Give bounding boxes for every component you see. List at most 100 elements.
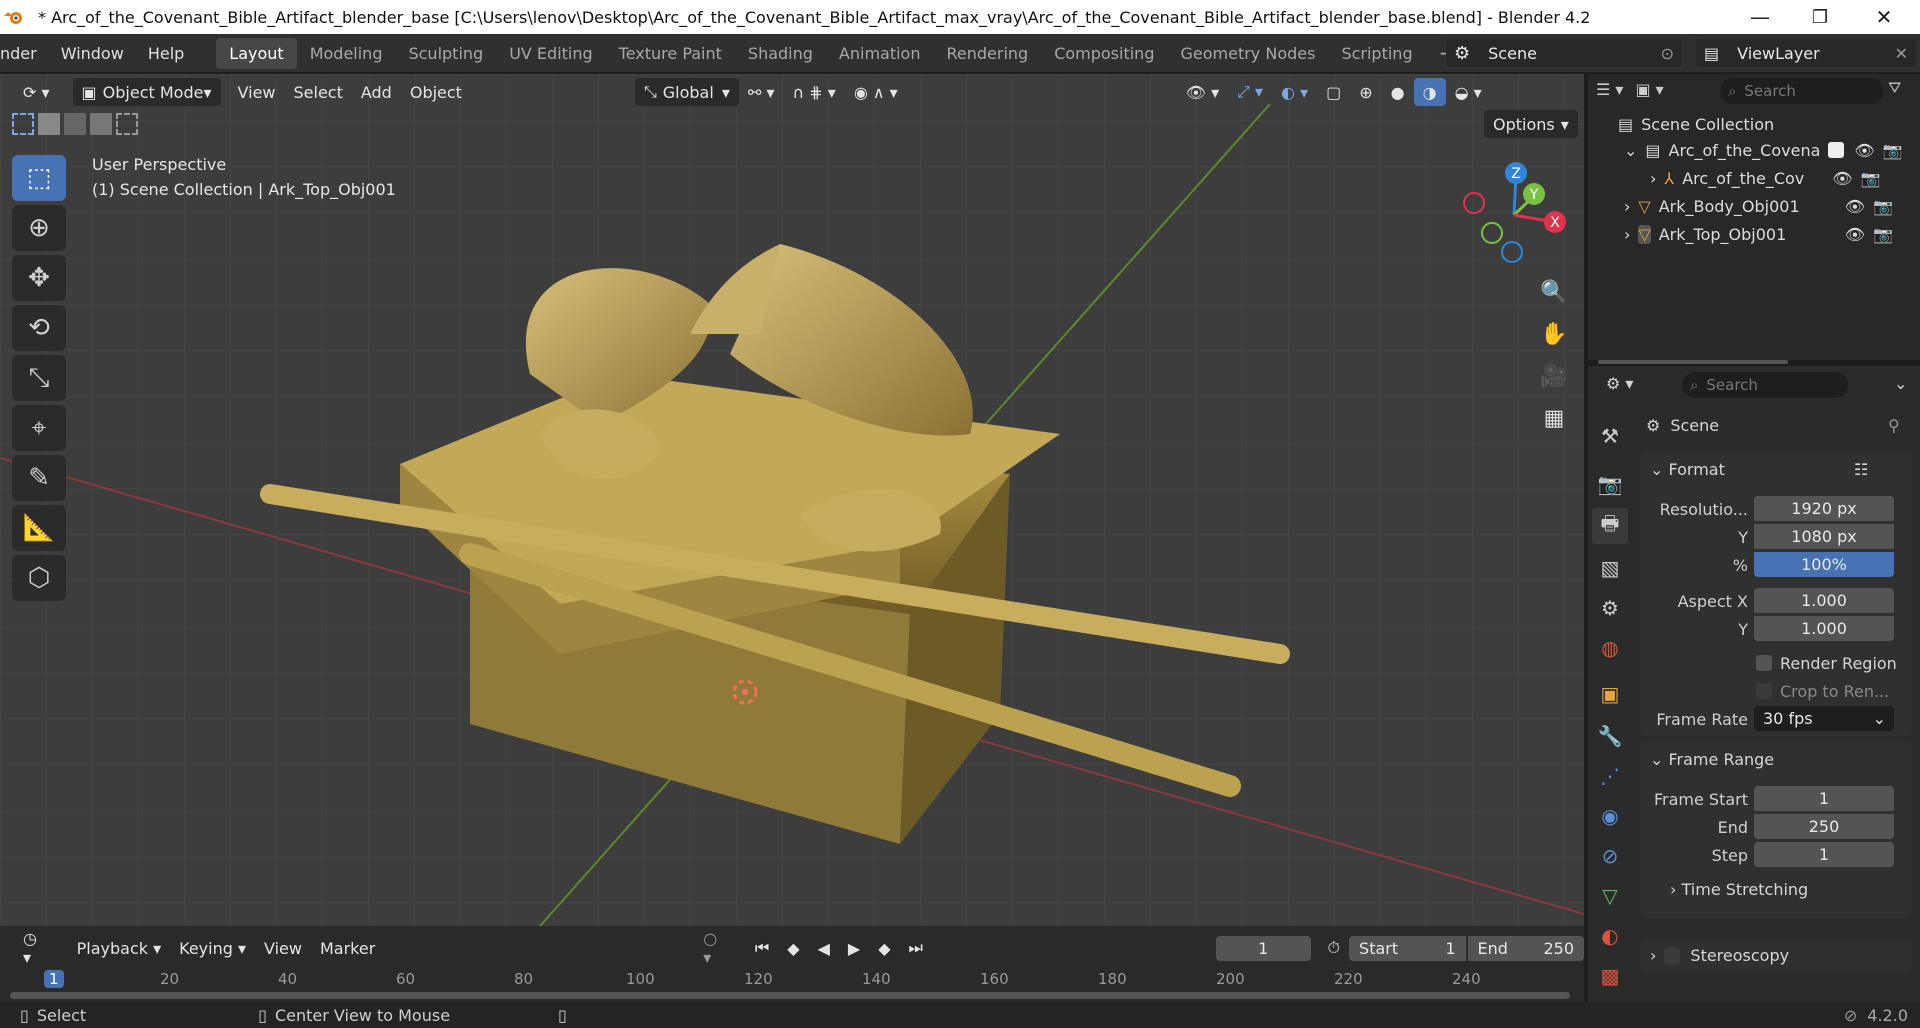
output-properties-icon[interactable]: 🖶: [1592, 508, 1628, 544]
tab-animation[interactable]: Animation: [826, 38, 934, 69]
shading-wireframe-icon[interactable]: ⊕: [1350, 78, 1381, 106]
frame-rate-dropdown[interactable]: 30 fps ⌄: [1754, 706, 1894, 731]
play-reverse-icon[interactable]: ◀: [809, 934, 839, 962]
transform-tool-icon[interactable]: ⌖: [12, 405, 66, 451]
viewport-menu-view[interactable]: View: [229, 78, 285, 106]
world-properties-icon[interactable]: ◍: [1592, 630, 1628, 666]
tab-sculpting[interactable]: Sculpting: [395, 38, 496, 69]
resolution-percent-slider[interactable]: 100%: [1754, 552, 1894, 577]
outliner-row-ark-top[interactable]: › ▽ Ark_Top_Obj001 👁 📷: [1588, 220, 1920, 248]
start-frame-field[interactable]: Start 1: [1349, 935, 1466, 961]
eye-icon[interactable]: 👁: [1854, 141, 1874, 160]
resolution-y-field[interactable]: 1080 px: [1754, 524, 1894, 549]
viewport-menu-object[interactable]: Object: [401, 78, 471, 106]
gizmo-toggle-icon[interactable]: ⤢ ▾: [1228, 78, 1272, 106]
jump-end-icon[interactable]: ⏭: [900, 934, 932, 962]
timeline-menu-marker[interactable]: Marker: [311, 934, 384, 962]
menu-window[interactable]: Window: [49, 44, 136, 63]
exclude-checkbox[interactable]: [1828, 142, 1845, 158]
tab-rendering[interactable]: Rendering: [933, 38, 1041, 69]
outliner-row-arc-collection[interactable]: ⌄ ▤ Arc_of_the_Covena 👁 📷: [1588, 136, 1920, 164]
display-mode-icon[interactable]: ▣ ▾: [1635, 80, 1663, 99]
frame-range-header[interactable]: ⌄ Frame Range: [1650, 750, 1774, 769]
minimize-button[interactable]: —: [1732, 0, 1788, 34]
camera-icon[interactable]: 📷: [1873, 225, 1893, 244]
resolution-x-field[interactable]: 1920 px: [1754, 496, 1894, 521]
shading-material-icon[interactable]: ◑: [1413, 78, 1446, 106]
modifier-properties-icon[interactable]: 🔧: [1592, 718, 1628, 754]
stereoscopy-checkbox[interactable]: [1664, 947, 1681, 964]
format-header[interactable]: ⌄ Format: [1650, 460, 1725, 479]
eye-icon[interactable]: 👁: [1832, 169, 1852, 188]
current-frame-field[interactable]: 1: [1215, 935, 1311, 961]
ortho-grid-icon[interactable]: ▦: [1534, 398, 1574, 438]
pan-hand-icon[interactable]: ✋: [1534, 314, 1574, 354]
particles-properties-icon[interactable]: ⋰: [1592, 758, 1628, 794]
chevron-right-icon[interactable]: ›: [1624, 225, 1630, 244]
outliner-row-ark-body[interactable]: › ▽ Ark_Body_Obj001 👁 📷: [1588, 192, 1920, 220]
annotate-tool-icon[interactable]: ✎: [12, 455, 66, 501]
navigation-gizmo[interactable]: Z Y X: [1454, 160, 1574, 270]
properties-editor-icon[interactable]: ⚙ ▾: [1606, 374, 1633, 393]
visibility-icon[interactable]: 👁 ▾: [1177, 78, 1228, 106]
snap-icon[interactable]: ∩ ⋕ ▾: [783, 78, 844, 106]
zoom-icon[interactable]: 🔍: [1534, 272, 1574, 312]
properties-search-input[interactable]: ⌕ Search: [1682, 372, 1848, 398]
data-properties-icon[interactable]: ▽: [1592, 878, 1628, 914]
end-frame-field[interactable]: End 250: [1467, 935, 1584, 961]
aspect-y-field[interactable]: 1.000: [1754, 616, 1894, 641]
pin-icon[interactable]: ⊙: [1661, 44, 1674, 63]
constraints-properties-icon[interactable]: ⊘: [1592, 838, 1628, 874]
camera-icon[interactable]: 📷: [1873, 197, 1893, 216]
view-layer-properties-icon[interactable]: ▧: [1592, 550, 1628, 586]
frame-start-field[interactable]: 1: [1754, 786, 1894, 811]
chevron-right-icon[interactable]: ›: [1624, 197, 1630, 216]
frame-end-field[interactable]: 250: [1754, 814, 1894, 839]
render-properties-icon[interactable]: 📷: [1592, 466, 1628, 502]
tab-uv-editing[interactable]: UV Editing: [496, 38, 605, 69]
physics-properties-icon[interactable]: ◉: [1592, 798, 1628, 834]
close-button[interactable]: ✕: [1856, 0, 1912, 34]
presets-icon[interactable]: ☷: [1854, 460, 1868, 479]
xray-toggle-icon[interactable]: ▢: [1317, 78, 1350, 106]
3d-viewport[interactable]: [0, 74, 1584, 926]
cursor-tool-icon[interactable]: ⊕: [12, 205, 66, 251]
stopwatch-icon[interactable]: ⏱: [1319, 934, 1349, 962]
jump-keyframe-forward-icon[interactable]: ◆: [869, 934, 899, 962]
add-cube-tool-icon[interactable]: ⬡: [12, 555, 66, 601]
timeline-ruler[interactable]: 1 20 40 60 80 100 120 140 160 180 200 22…: [10, 970, 1570, 990]
object-properties-icon[interactable]: ▣: [1592, 676, 1628, 712]
jump-start-icon[interactable]: ⏮: [746, 934, 778, 962]
tool-properties-icon[interactable]: ⚒: [1592, 418, 1628, 454]
crop-to-render-checkbox[interactable]: Crop to Ren...: [1756, 678, 1889, 704]
play-icon[interactable]: ▶: [839, 934, 869, 962]
tab-compositing[interactable]: Compositing: [1041, 38, 1167, 69]
chevron-down-icon[interactable]: ⌄: [1894, 374, 1907, 393]
chevron-right-icon[interactable]: ›: [1650, 169, 1656, 188]
texture-properties-icon[interactable]: ▩: [1592, 958, 1628, 994]
editor-type-icon[interactable]: ⟳ ▾: [14, 78, 59, 106]
tab-shading[interactable]: Shading: [735, 38, 826, 69]
tab-geometry-nodes[interactable]: Geometry Nodes: [1167, 38, 1328, 69]
material-properties-icon[interactable]: ◐: [1592, 918, 1628, 954]
chevron-down-icon[interactable]: ⌄: [1624, 141, 1637, 160]
aspect-x-field[interactable]: 1.000: [1754, 588, 1894, 613]
scene-selector[interactable]: ⚙ Scene ⊙: [1446, 39, 1682, 67]
select-invert-icon[interactable]: [90, 113, 112, 135]
camera-icon[interactable]: 📷: [1861, 169, 1881, 188]
filter-icon[interactable]: ⛛: [1888, 78, 1901, 98]
measure-tool-icon[interactable]: 📐: [12, 505, 66, 551]
tab-layout[interactable]: Layout: [216, 37, 297, 69]
scale-tool-icon[interactable]: ⤡: [12, 355, 66, 401]
frame-step-field[interactable]: 1: [1754, 842, 1894, 867]
view-layer-selector[interactable]: ▤ ViewLayer ✕: [1696, 39, 1916, 67]
camera-icon[interactable]: 📷: [1883, 141, 1903, 160]
select-box-icon[interactable]: [12, 113, 34, 135]
tab-scripting[interactable]: Scripting: [1328, 38, 1425, 69]
eye-icon[interactable]: 👁: [1845, 197, 1865, 216]
outliner-row-arc-object[interactable]: › ⅄ Arc_of_the_Cov 👁 📷: [1588, 164, 1920, 192]
tab-modeling[interactable]: Modeling: [297, 38, 396, 69]
rotate-tool-icon[interactable]: ⟲: [12, 305, 66, 351]
viewport-menu-select[interactable]: Select: [285, 78, 352, 106]
menu-help[interactable]: Help: [136, 44, 196, 63]
